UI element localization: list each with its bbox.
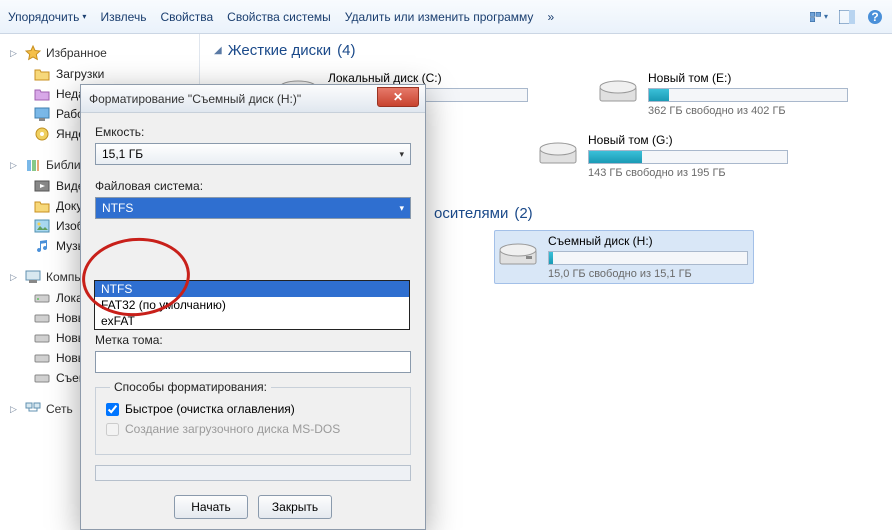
hdd-icon bbox=[34, 330, 50, 346]
hdd-icon bbox=[34, 350, 50, 366]
volume-label: Метка тома: bbox=[95, 333, 411, 347]
tb-extract[interactable]: Извлечь bbox=[100, 10, 146, 24]
drive-icon bbox=[598, 71, 638, 107]
toolbar: Упорядочить▾ Извлечь Свойства Свойства с… bbox=[0, 0, 892, 34]
start-button[interactable]: Начать bbox=[174, 495, 248, 519]
msdos-checkbox: Создание загрузочного диска MS-DOS bbox=[106, 422, 400, 436]
sb-computer-label: Компь bbox=[46, 270, 81, 284]
drive-icon bbox=[538, 133, 578, 169]
removable-icon bbox=[498, 234, 538, 270]
section-removable[interactable]: осителями (2) bbox=[434, 205, 878, 222]
section-hdd[interactable]: ◢ Жесткие диски (4) bbox=[214, 42, 878, 59]
tb-more[interactable]: » bbox=[547, 10, 554, 24]
collapse-icon: ◢ bbox=[214, 45, 222, 56]
format-progress bbox=[95, 465, 411, 481]
libraries-icon bbox=[25, 157, 41, 173]
preview-pane-icon[interactable] bbox=[838, 8, 856, 26]
dialog-title: Форматирование "Съемный диск (H:)" bbox=[89, 92, 301, 106]
desktop-icon bbox=[34, 106, 50, 122]
sb-favorites[interactable]: ▷Избранное bbox=[6, 42, 199, 64]
close-button[interactable]: ✕ bbox=[377, 87, 419, 107]
group-title: Способы форматирования: bbox=[110, 380, 271, 394]
dialog-titlebar[interactable]: Форматирование "Съемный диск (H:)" ✕ bbox=[81, 85, 425, 113]
sb-downloads[interactable]: Загрузки bbox=[6, 64, 199, 84]
tb-sys-properties[interactable]: Свойства системы bbox=[227, 10, 331, 24]
svg-text:?: ? bbox=[871, 10, 878, 24]
folder-icon bbox=[34, 66, 50, 82]
fs-option-ntfs[interactable]: NTFS bbox=[95, 281, 409, 297]
section-removable-count: (2) bbox=[514, 205, 532, 222]
hdd-icon bbox=[34, 290, 50, 306]
sb-network-label: Сеть bbox=[46, 402, 73, 416]
volume-input[interactable] bbox=[95, 351, 411, 373]
close-icon: ✕ bbox=[393, 90, 403, 104]
hdd-icon bbox=[34, 370, 50, 386]
section-hdd-title: Жесткие диски bbox=[228, 42, 331, 59]
sb-favorites-label: Избранное bbox=[46, 46, 107, 60]
star-icon bbox=[25, 45, 41, 61]
capacity-combo[interactable]: 15,1 ГБ▾ bbox=[95, 143, 411, 165]
fs-option-exfat[interactable]: exFAT bbox=[95, 313, 409, 329]
pictures-icon bbox=[34, 218, 50, 234]
chevron-down-icon: ▾ bbox=[399, 203, 404, 214]
drive-g-bar bbox=[588, 150, 788, 164]
drive-h-name: Съемный диск (H:) bbox=[548, 234, 750, 248]
video-icon bbox=[34, 178, 50, 194]
section-removable-title: осителями bbox=[434, 205, 508, 222]
drive-h[interactable]: Съемный диск (H:) 15,0 ГБ свободно из 15… bbox=[494, 230, 754, 284]
drive-g-name: Новый том (G:) bbox=[588, 133, 790, 147]
help-icon[interactable]: ? bbox=[866, 8, 884, 26]
capacity-label: Емкость: bbox=[95, 125, 411, 139]
filesystem-combo[interactable]: NTFS▾ bbox=[95, 197, 411, 219]
filesystem-label: Файловая система: bbox=[95, 179, 411, 193]
drive-g[interactable]: Новый том (G:) 143 ГБ свободно из 195 ГБ bbox=[534, 129, 794, 183]
drive-e-bar bbox=[648, 88, 848, 102]
filesystem-dropdown: NTFS FAT32 (по умолчанию) exFAT bbox=[94, 280, 410, 330]
fs-option-fat32[interactable]: FAT32 (по умолчанию) bbox=[95, 297, 409, 313]
drive-e[interactable]: Новый том (E:) 362 ГБ свободно из 402 ГБ bbox=[594, 67, 854, 121]
section-hdd-count: (4) bbox=[337, 42, 355, 59]
chevron-down-icon: ▾ bbox=[399, 149, 404, 160]
doc-icon bbox=[34, 198, 50, 214]
hdd-icon bbox=[34, 310, 50, 326]
drive-c-name: Локальный диск (C:) bbox=[328, 71, 530, 85]
disk-icon bbox=[34, 126, 50, 142]
drive-e-name: Новый том (E:) bbox=[648, 71, 850, 85]
quick-format-checkbox[interactable]: Быстрое (очистка оглавления) bbox=[106, 402, 400, 416]
computer-icon bbox=[25, 269, 41, 285]
music-icon bbox=[34, 238, 50, 254]
tb-properties[interactable]: Свойства bbox=[160, 10, 213, 24]
tb-organize[interactable]: Упорядочить▾ bbox=[8, 10, 86, 24]
close-dialog-button[interactable]: Закрыть bbox=[258, 495, 332, 519]
network-icon bbox=[25, 401, 41, 417]
drive-h-free: 15,0 ГБ свободно из 15,1 ГБ bbox=[548, 268, 750, 280]
recent-icon bbox=[34, 86, 50, 102]
drive-e-free: 362 ГБ свободно из 402 ГБ bbox=[648, 105, 850, 117]
drive-h-bar bbox=[548, 251, 748, 265]
drive-g-free: 143 ГБ свободно из 195 ГБ bbox=[588, 167, 790, 179]
view-icon[interactable]: ▾ bbox=[810, 8, 828, 26]
format-options-group: Способы форматирования: Быстрое (очистка… bbox=[95, 387, 411, 455]
tb-uninstall[interactable]: Удалить или изменить программу bbox=[345, 10, 534, 24]
